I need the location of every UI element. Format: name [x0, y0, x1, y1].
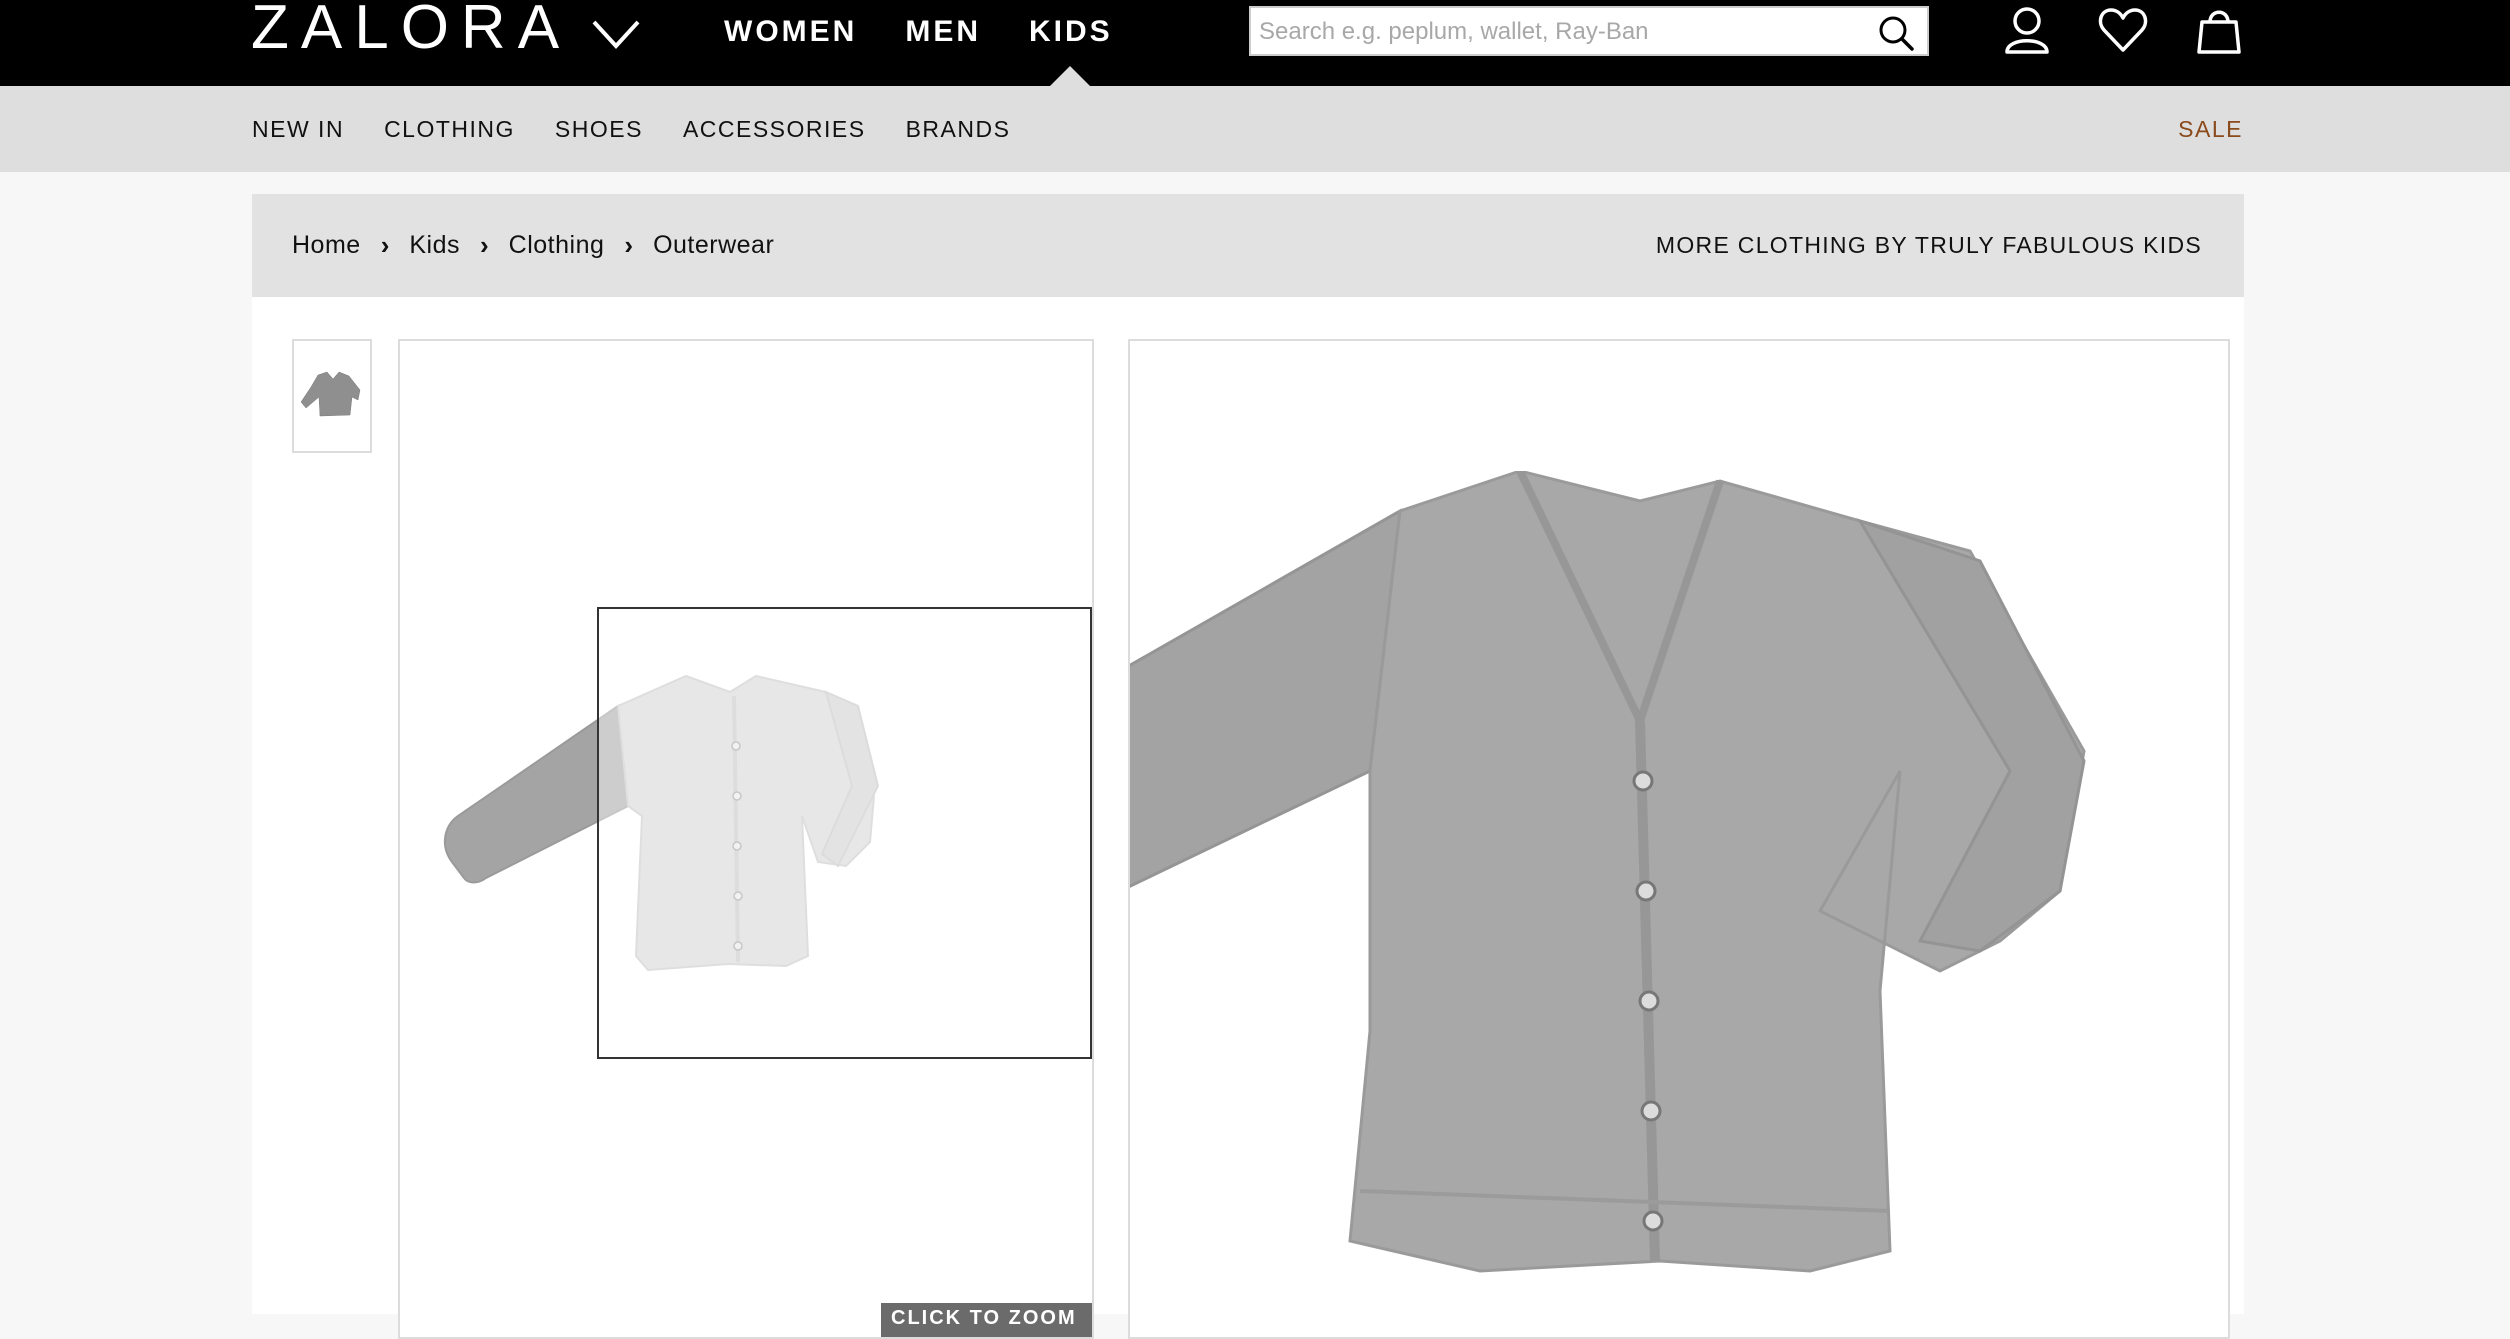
breadcrumb-home[interactable]: Home: [292, 229, 361, 261]
search-icon[interactable]: [1877, 14, 1915, 52]
click-to-zoom-button[interactable]: CLICK TO ZOOM: [881, 1303, 1092, 1337]
category-brands[interactable]: BRANDS: [906, 113, 1011, 145]
breadcrumb-kids[interactable]: Kids: [409, 229, 460, 261]
breadcrumb-separator: ›: [624, 230, 634, 260]
wishlist-heart-icon[interactable]: [2097, 4, 2149, 56]
product-main-image[interactable]: CLICK TO ZOOM: [398, 339, 1094, 1339]
account-icon[interactable]: [2001, 4, 2053, 56]
breadcrumb-separator: ›: [380, 230, 390, 260]
breadcrumb-bar: Home › Kids › Clothing › Outerwear MORE …: [252, 194, 2244, 297]
search-input[interactable]: [1257, 12, 1861, 52]
breadcrumb-separator: ›: [480, 230, 489, 260]
category-shoes[interactable]: SHOES: [555, 113, 643, 145]
cardigan-zoomed-image: [1130, 471, 2086, 1273]
category-clothing[interactable]: CLOTHING: [384, 113, 515, 145]
shopping-bag-icon[interactable]: [2193, 4, 2245, 56]
nav-kids[interactable]: KIDS: [1029, 12, 1113, 52]
category-sale[interactable]: SALE: [2178, 113, 2243, 145]
product-zoom-view: [1128, 339, 2230, 1339]
zalora-logo[interactable]: ZALORA: [251, 0, 571, 60]
search-box: [1249, 6, 1929, 56]
breadcrumb-clothing[interactable]: Clothing: [509, 229, 605, 261]
nav-women[interactable]: WOMEN: [724, 12, 857, 52]
zoom-lens[interactable]: [597, 607, 1092, 1059]
main-nav: WOMEN MEN KIDS: [724, 12, 1161, 52]
category-new-in[interactable]: NEW IN: [252, 113, 344, 145]
active-nav-indicator: [1050, 66, 1090, 86]
breadcrumb-outerwear[interactable]: Outerwear: [653, 229, 774, 261]
category-bar: NEW IN CLOTHING SHOES ACCESSORIES BRANDS…: [0, 86, 2510, 172]
cardigan-thumbnail-image: [300, 371, 361, 417]
product-thumbnail[interactable]: [292, 339, 372, 453]
chevron-down-icon[interactable]: [590, 14, 642, 54]
breadcrumb: Home › Kids › Clothing › Outerwear: [292, 229, 774, 261]
product-content: Home › Kids › Clothing › Outerwear MORE …: [252, 194, 2244, 1339]
more-by-brand-link[interactable]: MORE CLOTHING BY TRULY FABULOUS KIDS: [1656, 229, 2202, 261]
top-navigation-bar: ZALORA WOMEN MEN KIDS: [0, 0, 2510, 86]
category-accessories[interactable]: ACCESSORIES: [683, 113, 866, 145]
nav-men[interactable]: MEN: [905, 12, 981, 52]
category-nav: NEW IN CLOTHING SHOES ACCESSORIES BRANDS: [252, 113, 1050, 145]
